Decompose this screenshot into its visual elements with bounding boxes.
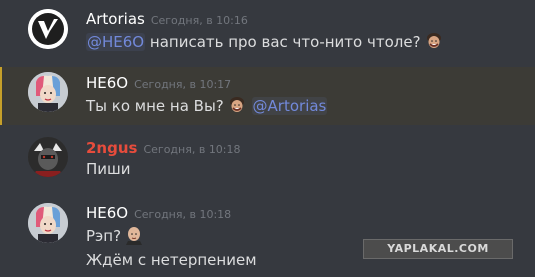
message-item: 2ngus Сегодня, в 10:18 Пиши <box>0 132 535 186</box>
message-text: Пиши <box>86 160 131 178</box>
message-content: Рэп? <box>86 225 144 245</box>
user-mention[interactable]: @HE6O <box>86 33 146 51</box>
timestamp: Сегодня, в 10:18 <box>134 208 232 221</box>
author-name[interactable]: 2ngus <box>86 139 137 157</box>
message-item: HE6O Сегодня, в 10:18 Рэп? Ждём с нетерпе… <box>0 197 535 277</box>
message-text: Ты ко мне на Вы? <box>86 97 224 115</box>
message-item-mentioned: HE6O Сегодня, в 10:17 Ты ко мне на Вы? @A… <box>0 67 535 125</box>
message-content: Пиши <box>86 160 131 178</box>
laughing-man-emoji-icon <box>227 95 247 115</box>
message-header: HE6O Сегодня, в 10:17 <box>86 73 231 92</box>
timestamp: Сегодня, в 10:17 <box>134 78 232 91</box>
message-item: Artorias Сегодня, в 10:16 @HE6O написать … <box>0 0 535 64</box>
message-header: HE6O Сегодня, в 10:18 <box>86 203 231 222</box>
avatar[interactable] <box>28 9 68 49</box>
author-name[interactable]: HE6O <box>86 74 128 92</box>
message-header: Artorias Сегодня, в 10:16 <box>86 9 248 28</box>
message-content: @HE6O написать про вас что-нито чтоле? <box>86 31 444 51</box>
watermark-logo: YAPLAKAL.COM <box>363 239 513 259</box>
avatar[interactable] <box>28 137 68 177</box>
message-content: Ты ко мне на Вы? @Artorias <box>86 95 328 115</box>
harley-quinn-icon <box>28 203 68 243</box>
user-mention[interactable]: @Artorias <box>251 97 328 115</box>
timestamp: Сегодня, в 10:16 <box>150 14 248 27</box>
message-text: Рэп? <box>86 227 122 245</box>
chat-messages: Artorias Сегодня, в 10:16 @HE6O написать … <box>0 0 535 277</box>
message-header: 2ngus Сегодня, в 10:18 <box>86 138 241 157</box>
message-text: Ждём с нетерпением <box>86 251 257 269</box>
avatar[interactable] <box>28 203 68 243</box>
avatar[interactable] <box>28 72 68 112</box>
artorias-logo-icon <box>28 9 68 49</box>
message-content: Ждём с нетерпением <box>86 251 257 269</box>
laughing-man-emoji-icon <box>424 31 444 51</box>
harley-quinn-icon <box>28 72 68 112</box>
bald-man-emoji-icon <box>124 225 144 245</box>
message-text: написать про вас что-нито чтоле? <box>149 33 421 51</box>
timestamp: Сегодня, в 10:18 <box>143 143 241 156</box>
author-name[interactable]: Artorias <box>86 10 145 28</box>
author-name[interactable]: HE6O <box>86 204 128 222</box>
hero-avatar-icon <box>28 137 68 177</box>
